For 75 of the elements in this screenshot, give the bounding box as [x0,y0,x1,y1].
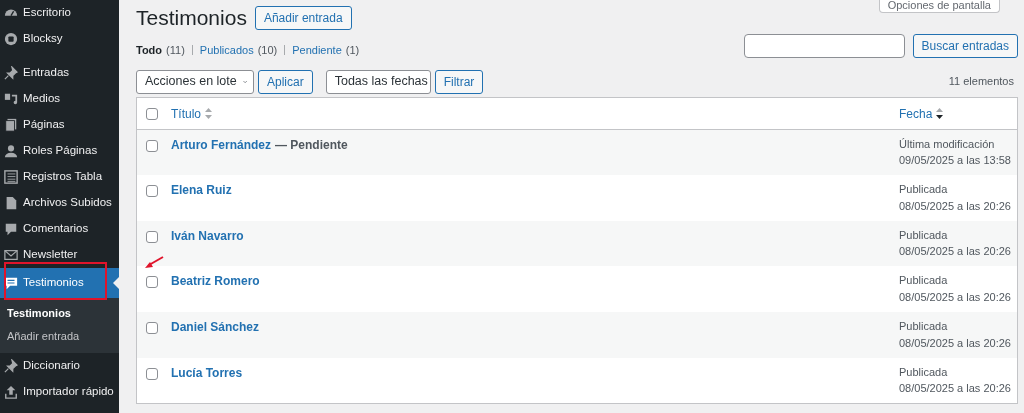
date-status: Publicada [899,319,949,335]
apply-button[interactable]: Aplicar [258,69,313,94]
date-value: 08/05/2025 a las 20:26 [899,381,1012,397]
submenu-item[interactable]: Añadir entrada [0,324,119,347]
bulk-actions-select[interactable]: Acciones en lote [136,69,254,94]
sort-arrows-icon [205,108,212,120]
sidebar-item[interactable]: Diccionario [0,353,119,379]
post-title-link[interactable]: Elena Ruiz [171,181,232,221]
row-checkbox[interactable] [146,322,158,335]
post-title-link[interactable]: Iván Navarro [171,226,244,267]
sidebar-item[interactable]: Entradas [0,60,119,86]
date-value: 09/05/2025 a las 13:58 [899,153,1012,169]
post-title-link[interactable]: Daniel Sánchez [171,318,260,358]
circle-icon [4,32,18,46]
date-status: Publicada [899,227,949,243]
sidebar-item[interactable]: Registros Tabla [0,164,119,190]
screen-options-tab[interactable]: Opciones de pantalla [878,0,1000,13]
pages-icon [4,118,18,132]
date-filter-select[interactable]: Todas las fechas [325,69,431,94]
page-title: Testimonios [136,5,247,31]
sidebar-item[interactable]: Roles Páginas [0,138,119,164]
file-icon [4,196,18,210]
item-count: 11 elementos [948,74,1014,90]
row-checkbox[interactable] [146,276,158,289]
filter-count: (1) [345,43,360,59]
envelope-icon [4,248,18,262]
speech-bubble-icon [4,222,18,236]
sidebar-item[interactable]: Newsletter [0,242,119,268]
date-status: Última modificación [899,136,996,152]
person-icon [4,144,18,158]
date-status: Publicada [899,273,949,289]
column-header[interactable]: Título [171,104,201,123]
post-title-link[interactable]: Arturo Fernández [171,135,271,176]
post-title-link[interactable]: Beatriz Romero [171,272,260,313]
sidebar-item[interactable]: Páginas [0,112,119,138]
select-all-checkbox[interactable] [146,107,158,120]
chevron-icon [242,78,247,85]
post-title-link[interactable]: Lucía Torres [171,363,243,404]
sidebar-item[interactable]: Testimonios [0,268,119,298]
date-value: 08/05/2025 a las 20:26 [899,244,1012,260]
filter-link[interactable]: Pendiente [292,42,342,59]
column-header[interactable]: Fecha [899,104,933,123]
sidebar-item[interactable]: Archivos Subidos [0,190,119,216]
filter-count: (10) [257,43,278,59]
add-entry-button[interactable]: Añadir entrada [254,5,352,30]
quote-bubble-icon [4,276,18,290]
search-field[interactable] [743,34,905,59]
pointer-arrow [144,256,164,270]
upload-icon [4,385,18,399]
filter-link[interactable]: Publicados [199,42,254,59]
row-checkbox[interactable] [146,367,158,380]
row-checkbox[interactable] [146,139,158,152]
row-checkbox[interactable] [146,185,158,198]
media-icon [4,92,18,106]
sidebar-item[interactable]: Comentarios [0,216,119,242]
submenu-item[interactable]: Testimonios [0,302,119,325]
filter-button[interactable]: Filtrar [434,69,484,94]
pushpin-icon [4,66,18,80]
filter-link[interactable]: Todo [136,42,163,59]
date-value: 08/05/2025 a las 20:26 [899,335,1012,351]
date-value: 08/05/2025 a las 20:26 [899,198,1012,214]
sidebar-item[interactable]: Medios [0,86,119,112]
search-button[interactable]: Buscar entradas [912,34,1018,59]
pushpin-icon [4,359,18,373]
date-status: Publicada [899,182,949,198]
sidebar-item[interactable]: Blocksy [0,26,119,52]
sidebar-item[interactable]: Escritorio [0,0,119,26]
date-value: 08/05/2025 a las 20:26 [899,289,1012,305]
sidebar-item[interactable]: Importador rápido [0,379,119,405]
table-icon [4,170,18,184]
post-state: — Pendiente [275,136,348,154]
row-checkbox[interactable] [146,230,158,243]
date-status: Publicada [899,364,949,380]
filter-count: (11) [166,43,185,59]
sort-arrows-icon [936,108,944,120]
